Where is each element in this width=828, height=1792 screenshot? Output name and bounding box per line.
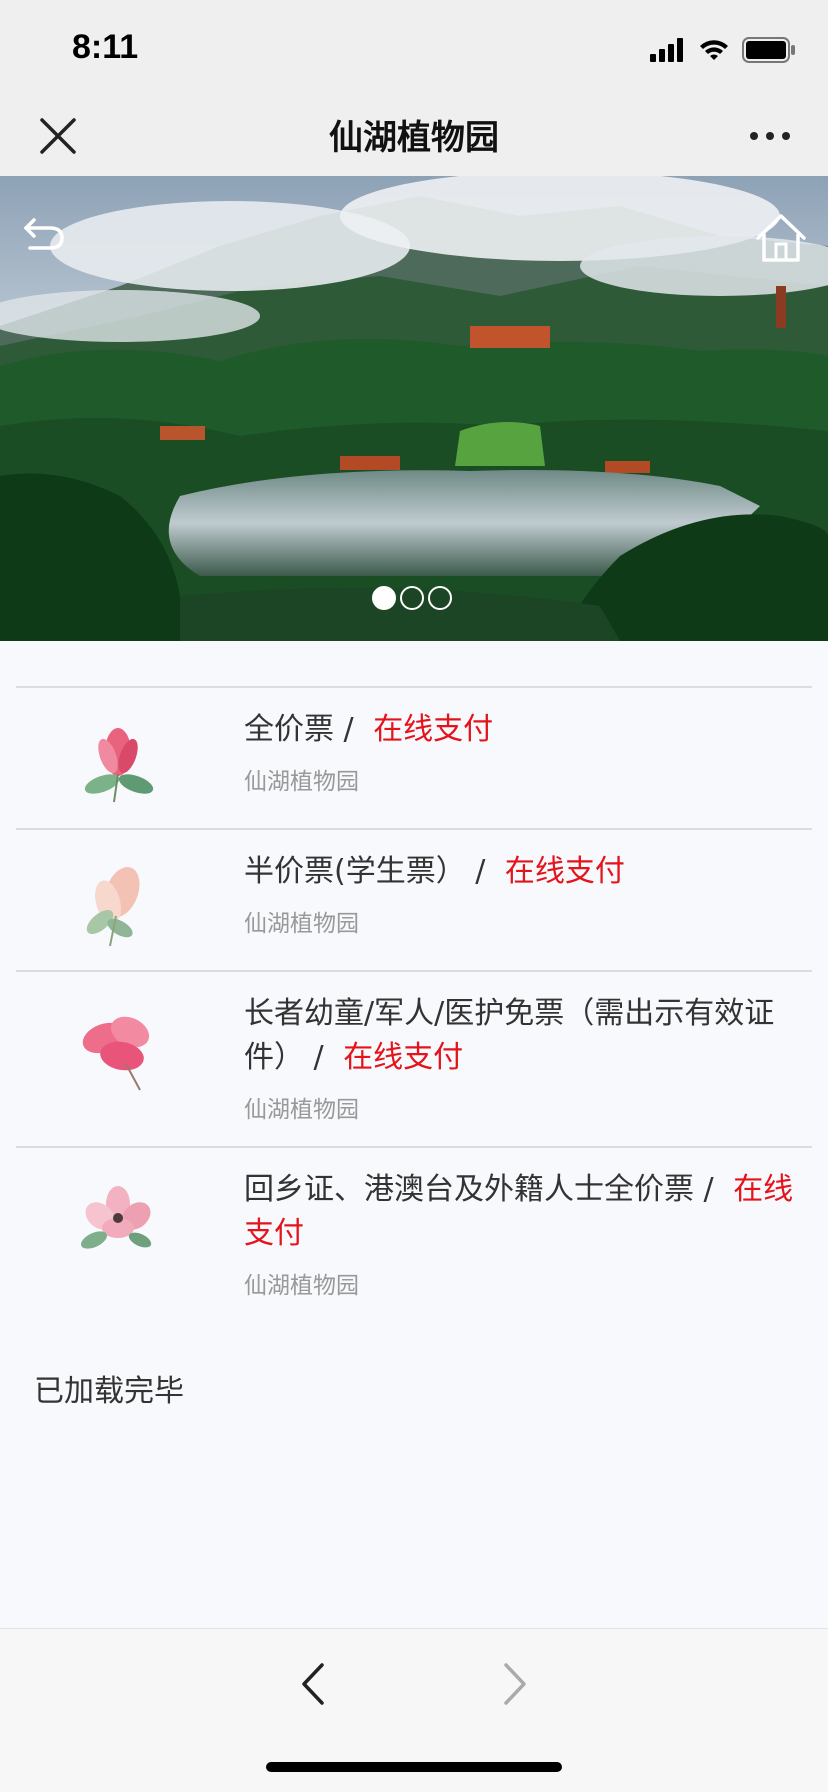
ticket-subtitle: 仙湖植物园 <box>244 1273 359 1299</box>
carousel-dot-3[interactable] <box>428 586 452 610</box>
ticket-title: 半价票(学生票） / <box>244 854 495 889</box>
ticket-title: 长者幼童/军人/医护免票（需出示有效证件） / <box>244 996 775 1075</box>
ticket-title: 回乡证、港澳台及外籍人士全价票 / <box>244 1172 724 1207</box>
status-icons <box>650 36 796 64</box>
carousel-dot-1[interactable] <box>372 586 396 610</box>
back-icon[interactable] <box>20 212 68 256</box>
status-bar: 8:11 <box>0 0 828 96</box>
home-indicator <box>266 1762 562 1772</box>
page-title: 仙湖植物园 <box>329 118 499 158</box>
ticket-subtitle: 仙湖植物园 <box>244 769 359 795</box>
ticket-item-full-price[interactable]: 全价票 / 在线支付 仙湖植物园 <box>16 686 812 828</box>
flower-icon <box>82 1016 150 1091</box>
chevron-right-icon[interactable] <box>496 1659 532 1709</box>
wifi-icon <box>700 40 728 60</box>
battery-icon <box>742 37 795 63</box>
nav-bar: 仙湖植物园 <box>0 96 828 176</box>
ticket-item-free[interactable]: 长者幼童/军人/医护免票（需出示有效证件） / 在线支付 仙湖植物园 <box>16 970 812 1146</box>
carousel-dot-2[interactable] <box>400 586 424 610</box>
home-icon[interactable] <box>754 212 808 264</box>
pay-online-link[interactable]: 在线支付 <box>343 1040 463 1075</box>
loaded-complete-text: 已加载完毕 <box>34 1374 184 1409</box>
status-time: 8:11 <box>72 28 139 66</box>
banner-carousel[interactable] <box>0 176 828 641</box>
banner-image <box>0 176 828 641</box>
ticket-subtitle: 仙湖植物园 <box>244 911 359 937</box>
flower-icon <box>80 1186 152 1249</box>
ticket-item-foreigner[interactable]: 回乡证、港澳台及外籍人士全价票 / 在线支付 仙湖植物园 <box>16 1146 812 1322</box>
chevron-left-icon[interactable] <box>296 1659 332 1709</box>
signal-icon <box>650 38 683 62</box>
pay-online-link[interactable]: 在线支付 <box>373 712 493 747</box>
ticket-title: 全价票 / <box>244 712 364 747</box>
ticket-item-half-price[interactable]: 半价票(学生票） / 在线支付 仙湖植物园 <box>16 828 812 970</box>
more-icon[interactable] <box>748 122 792 150</box>
pay-online-link[interactable]: 在线支付 <box>505 854 625 889</box>
flower-icon <box>84 728 154 803</box>
ticket-subtitle: 仙湖植物园 <box>244 1097 359 1123</box>
carousel-dots <box>372 586 452 610</box>
flower-icon <box>86 866 140 947</box>
ticket-list: 全价票 / 在线支付 仙湖植物园 半价票(学生票） / 在线支付 仙湖植物园 长… <box>16 686 812 1322</box>
